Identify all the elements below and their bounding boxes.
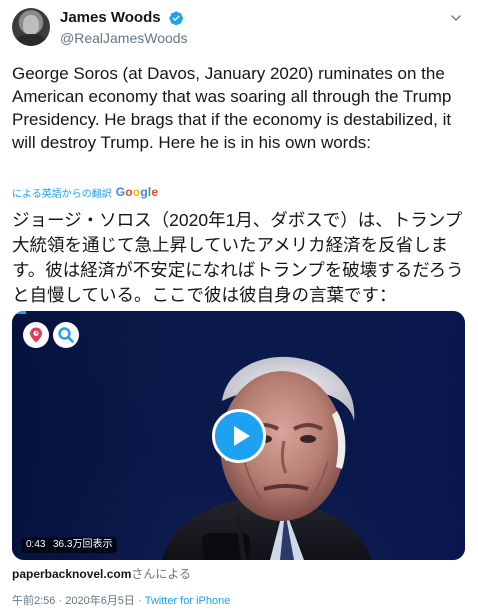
media-attribution: paperbacknovel.comさんによる [12, 566, 191, 582]
author-block: James Woods @RealJamesWoods [60, 9, 188, 47]
video-player[interactable]: 0:43 36.3万回表示 [12, 311, 465, 560]
play-icon [234, 426, 250, 446]
google-logo: Google [115, 185, 159, 199]
meta-separator: · [58, 595, 63, 607]
play-button[interactable] [212, 409, 266, 463]
video-progress-indicator [12, 311, 26, 314]
magnify-icon[interactable] [53, 322, 79, 348]
avatar-shoulders [15, 34, 47, 46]
attribution-suffix: さんによる [131, 567, 192, 581]
tweet-source[interactable]: Twitter for iPhone [145, 595, 231, 607]
video-duration: 0:43 [21, 537, 51, 553]
attribution-domain[interactable]: paperbacknovel.com [12, 567, 131, 581]
translation-attribution[interactable]: による英語からの翻訳 Google [12, 184, 158, 200]
display-name[interactable]: James Woods [60, 9, 161, 27]
avatar[interactable] [12, 8, 50, 46]
tweet-time[interactable]: 午前2:56 [12, 595, 55, 607]
handle[interactable]: @RealJamesWoods [60, 29, 188, 47]
translated-text: ジョージ・ソロス（2020年1月、ダボスで）は、トランプ大統領を通じて急上昇して… [12, 210, 464, 305]
tweet-card: James Woods @RealJamesWoods George Soros… [0, 0, 478, 611]
tweet-text: George Soros (at Davos, January 2020) ru… [12, 64, 452, 152]
tweet-metadata: 午前2:56 · 2020年6月5日 · Twitter for iPhone [12, 594, 230, 608]
chevron-down-icon[interactable] [448, 10, 464, 26]
view-count: 36.3万回表示 [48, 537, 118, 553]
meta-separator: · [138, 595, 142, 607]
periscope-icon[interactable] [23, 322, 49, 348]
translate-label[interactable]: による英語からの翻訳 [12, 185, 112, 200]
avatar-face [23, 15, 39, 35]
verified-badge-icon [169, 11, 184, 26]
tweet-header: James Woods @RealJamesWoods [12, 8, 468, 48]
tweet-date[interactable]: 2020年6月5日 [65, 595, 135, 607]
